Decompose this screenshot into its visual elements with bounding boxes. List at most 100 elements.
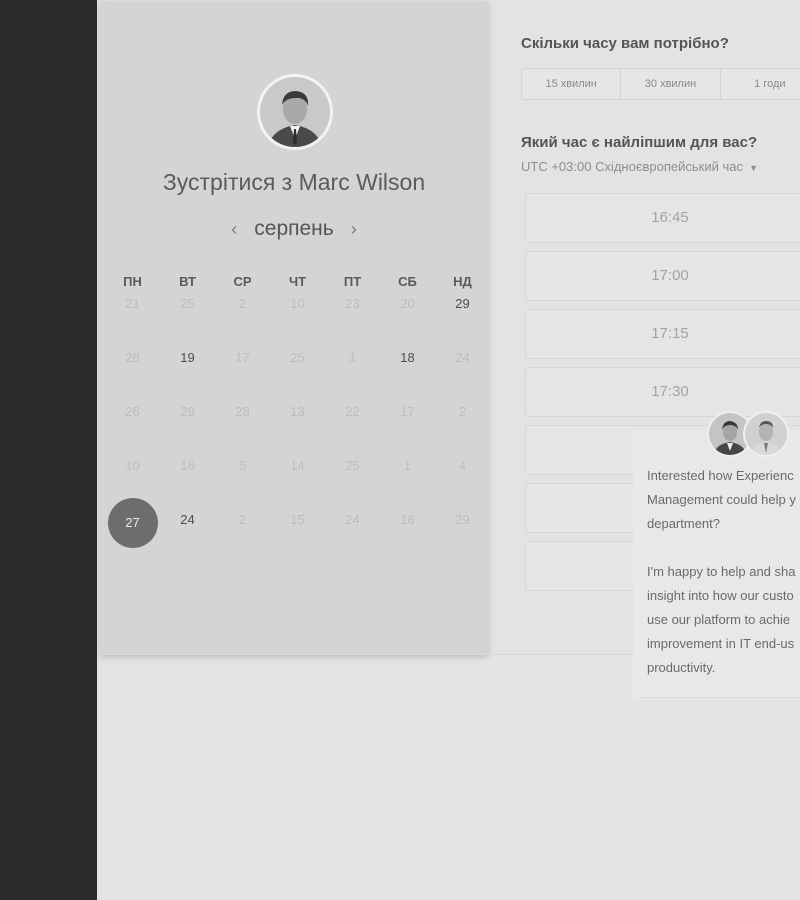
chat-paragraph-1: Interested how Experienc Management coul… [647,468,796,531]
calendar-day-number: 2 [238,296,247,311]
time-slot[interactable]: 17:30 [525,367,800,417]
weekday-wed: СР [233,274,252,289]
duration-tabs: 15 хвилин 30 хвилин 1 годи [521,68,800,100]
calendar-day-number: 29 [180,404,195,419]
weekday-thu: ЧТ [288,274,307,289]
calendar-day-number: 13 [290,404,305,419]
calendar-day: 21 [105,294,160,348]
calendar-day-number: 24 [455,350,470,365]
calendar-day: 23 [325,294,380,348]
time-question: Який час є найліпшим для вас? [521,134,758,151]
calendar-day-number: 27 [107,498,158,548]
chat-popup[interactable]: Interested how Experienc Management coul… [633,430,800,698]
calendar-day-number: 1 [403,458,412,473]
calendar-day-number: 16 [400,512,415,527]
calendar-day: 29 [435,510,490,564]
left-rail [0,0,97,900]
calendar-week: 28 19 17 25 1 18 24 [105,348,490,402]
weekday-sat: СБ [398,274,417,289]
calendar-day: 13 [270,402,325,456]
calendar-day[interactable]: 24 [160,510,215,564]
calendar-day: 20 [380,294,435,348]
chat-paragraph-2: I'm happy to help and sha insight into h… [647,564,796,675]
calendar-day-selected[interactable]: 27 [105,498,160,564]
page: Зустрітися з Marc Wilson ‹ серпень › ПН … [97,0,800,900]
duration-30-min[interactable]: 30 хвилин [621,69,721,99]
calendar-day-number: 19 [180,350,195,365]
calendar-day: 1 [380,456,435,510]
timezone-select[interactable]: UTC +03:00 Східноєвропейський час ▼ [521,159,758,174]
calendar-day: 28 [215,402,270,456]
calendar-day-number: 25 [180,296,195,311]
calendar-day[interactable]: 18 [380,348,435,402]
calendar-day-number: 4 [458,458,467,473]
calendar-day-number: 17 [235,350,250,365]
calendar-day-number: 28 [235,404,250,419]
host-avatar [257,74,333,150]
time-slot[interactable]: 16:45 [525,193,800,243]
divider [640,697,800,698]
duration-question: Скільки часу вам потрібно? [521,35,729,52]
calendar-day-number: 24 [180,512,195,527]
calendar-day: 14 [270,456,325,510]
calendar-day: 5 [215,456,270,510]
person-photo-icon [745,413,787,455]
calendar-day-number: 15 [290,512,305,527]
duration-1-hour[interactable]: 1 годи [721,69,800,99]
calendar-week: 27 24 2 15 24 16 29 [105,498,490,564]
calendar-day-number: 29 [455,512,470,527]
calendar-day-number: 14 [290,458,305,473]
chevron-right-icon[interactable]: › [348,219,360,240]
calendar-day-number: 29 [455,296,470,311]
calendar-day: 22 [325,402,380,456]
calendar-day-number: 21 [125,296,140,311]
duration-15-min[interactable]: 15 хвилин [522,69,622,99]
time-slot[interactable]: 17:00 [525,251,800,301]
calendar-day: 28 [105,348,160,402]
calendar-day: 2 [215,510,270,564]
calendar-day: 16 [160,456,215,510]
calendar-day-number: 22 [345,404,360,419]
calendar-day: 17 [380,402,435,456]
time-slot[interactable]: 17:15 [525,309,800,359]
calendar-day[interactable]: 19 [160,348,215,402]
calendar-day: 2 [435,402,490,456]
chevron-left-icon[interactable]: ‹ [228,219,240,240]
calendar-day-number: 16 [180,458,195,473]
weekday-header: ПН ВТ СР ЧТ ПТ СБ НД [105,274,490,294]
meeting-title: Зустрітися з Marc Wilson [162,169,426,195]
month-navigation: ‹ серпень › [100,214,488,244]
calendar-day-number: 2 [238,512,247,527]
calendar-day-number: 23 [345,296,360,311]
calendar-day: 17 [215,348,270,402]
calendar-day-number: 10 [125,458,140,473]
calendar-day: 16 [380,510,435,564]
calendar-day: 25 [160,294,215,348]
calendar-day-number: 18 [400,350,415,365]
caret-down-icon: ▼ [746,163,759,173]
calendar-day-number: 5 [238,458,247,473]
calendar-panel: Зустрітися з Marc Wilson ‹ серпень › ПН … [100,1,488,655]
calendar-day: 26 [105,402,160,456]
calendar-week: 21 25 2 10 23 20 29 [105,294,490,348]
host-photo-icon [260,77,330,147]
chat-agent-avatar [743,411,789,457]
weekday-tue: ВТ [179,274,196,289]
calendar-day-number: 20 [400,296,415,311]
calendar-day-number: 1 [348,350,357,365]
calendar-week: 26 29 28 13 22 17 2 [105,402,490,456]
calendar-day: 29 [160,402,215,456]
calendar-day: 24 [435,348,490,402]
calendar-day: 24 [325,510,380,564]
calendar-day: 4 [435,456,490,510]
calendar-day-number: 25 [290,350,305,365]
weekday-fri: ПТ [343,274,362,289]
calendar-day: 25 [270,348,325,402]
weekday-sun: НД [453,274,472,289]
month-label: серпень [254,217,334,240]
calendar-day: 1 [325,348,380,402]
calendar-day-number: 17 [400,404,415,419]
calendar-grid: ПН ВТ СР ЧТ ПТ СБ НД 21 25 2 10 23 20 29 28 19 17… [105,274,490,564]
calendar-day-number: 28 [125,350,140,365]
calendar-day[interactable]: 29 [435,294,490,348]
